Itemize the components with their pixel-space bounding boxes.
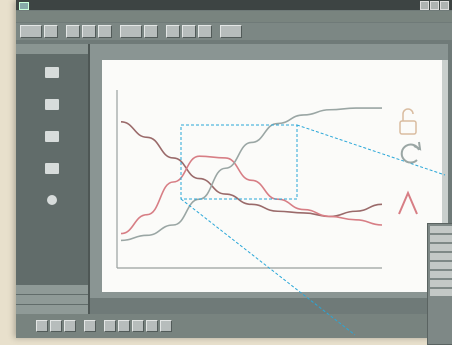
refresh-icon xyxy=(400,141,422,164)
lock-icon xyxy=(399,108,417,135)
zoom-connector-line-1 xyxy=(296,124,446,176)
series-line-3 xyxy=(120,107,382,242)
series-line-1 xyxy=(120,121,383,218)
lambda-icon xyxy=(398,190,418,215)
zoom-selection-box[interactable] xyxy=(180,124,298,200)
zoom-connector-line-2 xyxy=(180,198,356,336)
series-line-2 xyxy=(120,155,383,235)
annotation-layer xyxy=(180,108,446,336)
chart-marks xyxy=(116,90,383,269)
chart-overlay xyxy=(116,90,446,336)
